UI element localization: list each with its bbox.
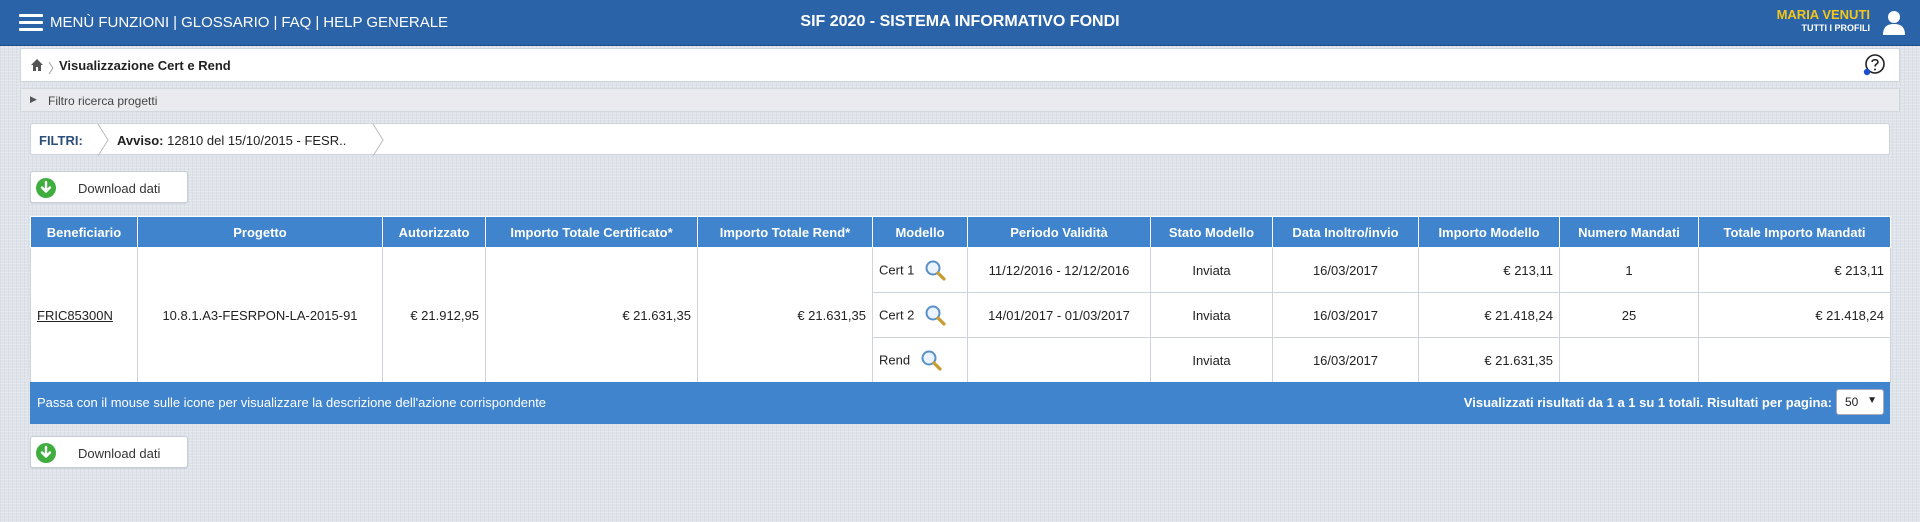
autorizzato-cell: € 21.912,95 (382, 247, 486, 383)
data-cell: 16/03/2017 (1272, 337, 1419, 383)
results-summary: Visualizzati risultati da 1 a 1 su 1 tot… (1463, 395, 1832, 410)
chevron-right-icon (97, 124, 109, 156)
modello-label: Rend (879, 352, 911, 368)
numero-mandati-cell (1559, 337, 1699, 383)
stato-cell: Inviata (1150, 247, 1273, 293)
importo-modello-cell: € 213,11 (1418, 247, 1560, 293)
glossario-link[interactable]: GLOSSARIO (181, 14, 269, 31)
stato-cell: Inviata (1150, 337, 1273, 383)
totale-mandati-cell (1698, 337, 1891, 383)
magnifier-icon[interactable] (924, 304, 947, 326)
importo-rend-cell: € 21.631,35 (697, 247, 873, 383)
modello-cell: Cert 1 (872, 247, 968, 293)
modello-cell: Cert 2 (872, 292, 968, 338)
download-arrow-icon (36, 443, 56, 463)
column-header[interactable]: Totale Importo Mandati (1698, 216, 1891, 248)
periodo-cell: 14/01/2017 - 01/03/2017 (967, 292, 1151, 338)
periodo-cell: 11/12/2016 - 12/12/2016 (967, 247, 1151, 293)
importo-modello-cell: € 21.418,24 (1418, 292, 1560, 338)
results-table: Beneficiario Progetto Autorizzato Import… (30, 216, 1891, 383)
column-header[interactable]: Modello (872, 216, 968, 248)
modello-label: Cert 2 (879, 307, 915, 323)
chevron-down-icon: ▼ (1867, 395, 1877, 406)
importo-modello-cell: € 21.631,35 (1418, 337, 1560, 383)
filter-panel-label[interactable]: Filtro ricerca progetti (48, 94, 157, 108)
top-menu: MENÙ FUNZIONI | GLOSSARIO | FAQ | HELP GENERAL… (50, 14, 448, 31)
data-cell: 16/03/2017 (1272, 247, 1419, 293)
modello-cell: Rend (872, 337, 968, 383)
home-icon[interactable] (30, 58, 44, 72)
column-header[interactable]: Data Inoltro/invio (1272, 216, 1419, 248)
modello-label: Cert 1 (879, 262, 915, 278)
periodo-cell (967, 337, 1151, 383)
filter-avviso-value: 12810 del 15/10/2015 - FESR.. (167, 133, 347, 148)
table-row: FRIC85300N 10.8.1.A3-FESRPON-LA-2015-91 … (30, 247, 1891, 383)
column-header[interactable]: Importo Modello (1418, 216, 1560, 248)
help-generale-link[interactable]: HELP GENERALE (323, 14, 448, 31)
menu-separator: | (173, 14, 178, 31)
column-header[interactable]: Beneficiario (30, 216, 138, 248)
stato-cell: Inviata (1150, 292, 1273, 338)
beneficiario-cell: FRIC85300N (30, 247, 138, 383)
user-icon[interactable] (1882, 9, 1906, 35)
hamburger-menu-icon[interactable] (19, 14, 43, 31)
download-button[interactable]: Download dati (30, 436, 188, 468)
magnifier-icon[interactable] (920, 349, 942, 371)
faq-link[interactable]: FAQ (281, 14, 311, 31)
progetto-cell: 10.8.1.A3-FESRPON-LA-2015-91 (137, 247, 383, 383)
filter-panel-toggle[interactable]: ▶ Filtro ricerca progetti (20, 88, 1900, 112)
importo-certificato-cell: € 21.631,35 (485, 247, 698, 383)
filters-label: FILTRI: (39, 133, 83, 148)
download-button[interactable]: Download dati (30, 171, 188, 203)
chevron-right-icon (372, 124, 384, 156)
page-size-select[interactable]: 50 ▼ (1836, 389, 1884, 415)
menu-funzioni-link[interactable]: MENÙ FUNZIONI (50, 14, 169, 31)
menu-separator: | (315, 14, 320, 31)
numero-mandati-cell: 1 (1559, 247, 1699, 293)
table-footer: Passa con il mouse sulle icone per visua… (30, 382, 1890, 424)
column-header[interactable]: Importo Totale Rend* (697, 216, 873, 248)
user-name[interactable]: MARIA VENUTI (1777, 7, 1870, 22)
top-bar: MENÙ FUNZIONI | GLOSSARIO | FAQ | HELP GENERAL… (0, 0, 1920, 46)
download-arrow-icon (36, 178, 56, 198)
data-cell: 16/03/2017 (1272, 292, 1419, 338)
menu-separator: | (273, 14, 278, 31)
download-button-label: Download dati (78, 446, 161, 461)
hint-text: Passa con il mouse sulle icone per visua… (37, 395, 547, 410)
column-header[interactable]: Stato Modello (1150, 216, 1273, 248)
filter-avviso-key: Avviso: (117, 133, 164, 148)
active-filters-bar: FILTRI: Avviso: 12810 del 15/10/2015 - F… (30, 123, 1890, 156)
beneficiario-link[interactable]: FRIC85300N (37, 308, 113, 323)
column-header[interactable]: Periodo Validità (967, 216, 1151, 248)
help-icon[interactable] (1862, 53, 1886, 77)
filter-avviso: Avviso: 12810 del 15/10/2015 - FESR.. (117, 133, 346, 148)
table-header-row: Beneficiario Progetto Autorizzato Import… (30, 216, 1891, 248)
totale-mandati-cell: € 21.418,24 (1698, 292, 1891, 338)
totale-mandati-cell: € 213,11 (1698, 247, 1891, 293)
column-header[interactable]: Autorizzato (382, 216, 486, 248)
column-header[interactable]: Progetto (137, 216, 383, 248)
breadcrumb: 〉 Visualizzazione Cert e Rend (20, 48, 1900, 82)
page-title: Visualizzazione Cert e Rend (59, 58, 231, 73)
column-header[interactable]: Numero Mandati (1559, 216, 1699, 248)
user-role: TUTTI I PROFILI (1801, 23, 1871, 33)
caret-right-icon: ▶ (30, 94, 37, 104)
numero-mandati-cell: 25 (1559, 292, 1699, 338)
page-size-value: 50 (1845, 395, 1859, 409)
column-header[interactable]: Importo Totale Certificato* (485, 216, 698, 248)
magnifier-icon[interactable] (924, 259, 947, 281)
user-info[interactable]: MARIA VENUTI TUTTI I PROFILI (1777, 7, 1870, 33)
download-button-label: Download dati (78, 181, 161, 196)
